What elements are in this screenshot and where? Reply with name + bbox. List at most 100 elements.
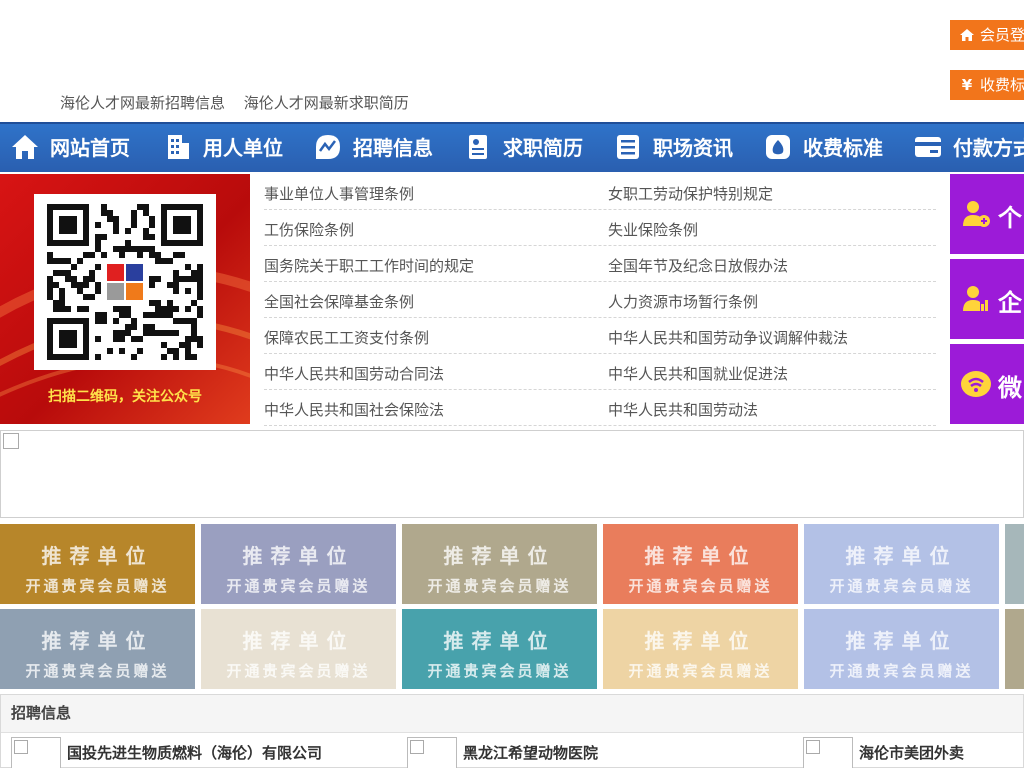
- tile-subtitle: 开通贵宾会员赠送: [427, 662, 572, 680]
- law-row: 全国社会保障基金条例 人力资源市场暂行条例: [264, 282, 936, 318]
- company-logo: [407, 737, 457, 768]
- law-link[interactable]: 事业单位人事管理条例: [264, 183, 414, 204]
- law-link[interactable]: 中华人民共和国劳动法: [608, 399, 758, 420]
- building-icon: [168, 135, 189, 159]
- law-link[interactable]: 中华人民共和国就业促进法: [608, 363, 788, 384]
- broken-image-icon: [3, 433, 19, 449]
- recommended-unit-tile[interactable]: 推荐单位开通贵宾会员赠送: [1005, 524, 1024, 604]
- recommended-unit-tile[interactable]: 推荐单位开通贵宾会员赠送: [402, 609, 597, 689]
- nav-label: 网站首页: [50, 136, 130, 160]
- tile-subtitle: 开通贵宾会员赠送: [427, 577, 572, 595]
- nav-item-jobs[interactable]: 招聘信息: [313, 124, 433, 172]
- law-link[interactable]: 中华人民共和国劳动争议调解仲裁法: [608, 327, 848, 348]
- recommended-unit-tile[interactable]: 推荐单位开通贵宾会员赠送: [201, 524, 396, 604]
- recruitment-title: 招聘信息: [1, 695, 1023, 733]
- recommended-unit-tile[interactable]: 推荐单位开通贵宾会员赠送: [804, 524, 999, 604]
- person-add-icon: [963, 201, 990, 227]
- qr-code: [34, 194, 216, 370]
- recommended-unit-tile[interactable]: 推荐单位开通贵宾会员赠送: [201, 609, 396, 689]
- company-name: 黑龙江希望动物医院: [463, 744, 599, 762]
- tile-title: 推荐单位: [242, 629, 355, 653]
- law-link[interactable]: 失业保险条例: [608, 219, 698, 240]
- header: 海伦人才网最新招聘信息 海伦人才网最新求职简历 会员登 ¥ 收费标: [0, 0, 1024, 122]
- law-row: 中华人民共和国劳动合同法 中华人民共和国就业促进法: [264, 354, 936, 390]
- nav-label: 用人单位: [203, 136, 283, 160]
- tile-title: 推荐单位: [845, 544, 958, 568]
- nav-item-news[interactable]: 职场资讯: [613, 124, 733, 172]
- company-name: 海伦市美团外卖: [859, 744, 965, 762]
- tile-subtitle: 开通贵宾会员赠送: [25, 577, 170, 595]
- tile-subtitle: 开通贵宾会员赠送: [628, 577, 773, 595]
- tile-title: 推荐单位: [242, 544, 355, 568]
- law-link[interactable]: 女职工劳动保护特别规定: [608, 183, 773, 204]
- law-links: 事业单位人事管理条例 女职工劳动保护特别规定工伤保险条例 失业保险条例国务院关于职工…: [264, 174, 936, 426]
- tile-title: 推荐单位: [1005, 540, 1024, 569]
- member-login-button[interactable]: 会员登: [950, 20, 1024, 50]
- law-link[interactable]: 工伤保险条例: [264, 219, 354, 240]
- recommended-unit-tile[interactable]: 推荐单位开通贵宾会员赠送: [0, 524, 195, 604]
- tile-title: 推荐单位: [644, 629, 757, 653]
- fee-standard-button[interactable]: ¥ 收费标: [950, 70, 1024, 100]
- law-link[interactable]: 全国社会保障基金条例: [264, 291, 414, 312]
- nav-item-employers[interactable]: 用人单位: [163, 124, 283, 172]
- tile-subtitle: 开通贵宾会员赠送: [226, 577, 371, 595]
- tile-subtitle: 开通贵宾会员赠送: [829, 662, 974, 680]
- personal-button[interactable]: 个: [950, 174, 1024, 254]
- law-link[interactable]: 全国年节及纪念日放假办法: [608, 255, 788, 276]
- nav-item-payment[interactable]: 付款方式: [913, 124, 1024, 172]
- nav-label: 付款方式: [953, 136, 1024, 160]
- law-link[interactable]: 中华人民共和国社会保险法: [264, 399, 444, 420]
- recommended-unit-tile[interactable]: 推荐单位开通贵宾会员赠送: [402, 524, 597, 604]
- tile-subtitle: 开通贵宾会员赠送: [226, 662, 371, 680]
- company-logo: [11, 737, 61, 768]
- tile-title: 推荐单位: [845, 629, 958, 653]
- side-label: 个: [998, 204, 1022, 232]
- law-link[interactable]: 保障农民工工资支付条例: [264, 327, 429, 348]
- latest-resumes-link[interactable]: 海伦人才网最新求职简历: [244, 94, 409, 112]
- law-link[interactable]: 国务院关于职工工作时间的规定: [264, 255, 474, 276]
- card-icon: [915, 137, 941, 157]
- law-link[interactable]: 中华人民共和国劳动合同法: [264, 363, 444, 384]
- home-icon: [958, 20, 976, 50]
- nav-item-resumes[interactable]: 求职简历: [463, 124, 583, 172]
- tile-title: 推荐单位: [1005, 625, 1024, 654]
- fee-standard-label: 收费标: [980, 76, 1024, 94]
- law-row: 工伤保险条例 失业保险条例: [264, 210, 936, 246]
- recommended-unit-tile[interactable]: 推荐单位开通贵宾会员赠送: [603, 609, 798, 689]
- recruitment-section: 招聘信息 国投先进生物质燃料（海伦）有限公司 黑龙江希望动物医院 海伦市美团外卖: [0, 694, 1024, 768]
- nav-label: 招聘信息: [353, 136, 433, 160]
- tile-subtitle: 开通贵宾会员赠送: [628, 662, 773, 680]
- enterprise-button[interactable]: 企: [950, 259, 1024, 339]
- recommended-unit-tile[interactable]: 推荐单位开通贵宾会员赠送: [1005, 609, 1024, 689]
- side-label: 微: [998, 374, 1022, 402]
- nav-label: 收费标准: [803, 136, 883, 160]
- side-label: 企: [998, 289, 1022, 317]
- latest-jobs-link[interactable]: 海伦人才网最新招聘信息: [60, 94, 225, 112]
- qr-panel: 扫描二维码，关注公众号: [0, 174, 250, 424]
- recommended-unit-tile[interactable]: 推荐单位开通贵宾会员赠送: [0, 609, 195, 689]
- header-links: 海伦人才网最新招聘信息 海伦人才网最新求职简历: [60, 92, 423, 113]
- nav-item-fees[interactable]: 收费标准: [763, 124, 883, 172]
- wechat-icon: [961, 371, 991, 397]
- chart-icon: [316, 135, 340, 159]
- ad-banner[interactable]: [0, 430, 1024, 518]
- wechat-button[interactable]: 微: [950, 344, 1024, 424]
- member-login-label: 会员登: [980, 26, 1024, 44]
- nav-item-home[interactable]: 网站首页: [10, 124, 130, 172]
- main-nav: 网站首页 用人单位 招聘信息 求职简历 职场资讯 收费标准 付款方式: [0, 122, 1024, 172]
- company-name: 国投先进生物质燃料（海伦）有限公司: [67, 744, 323, 762]
- law-link[interactable]: 人力资源市场暂行条例: [608, 291, 758, 312]
- law-row: 中华人民共和国社会保险法 中华人民共和国劳动法: [264, 390, 936, 426]
- nav-label: 职场资讯: [653, 136, 733, 160]
- tile-title: 推荐单位: [41, 629, 154, 653]
- law-row: 事业单位人事管理条例 女职工劳动保护特别规定: [264, 174, 936, 210]
- tile-title: 推荐单位: [443, 544, 556, 568]
- tile-subtitle: 开通贵宾会员赠送: [25, 662, 170, 680]
- tile-title: 推荐单位: [443, 629, 556, 653]
- recommended-unit-tile[interactable]: 推荐单位开通贵宾会员赠送: [603, 524, 798, 604]
- moneybag-icon: [766, 135, 790, 159]
- resume-icon: [469, 135, 487, 159]
- tile-title: 推荐单位: [644, 544, 757, 568]
- tile-subtitle: 开通贵宾会员赠送: [829, 577, 974, 595]
- recommended-unit-tile[interactable]: 推荐单位开通贵宾会员赠送: [804, 609, 999, 689]
